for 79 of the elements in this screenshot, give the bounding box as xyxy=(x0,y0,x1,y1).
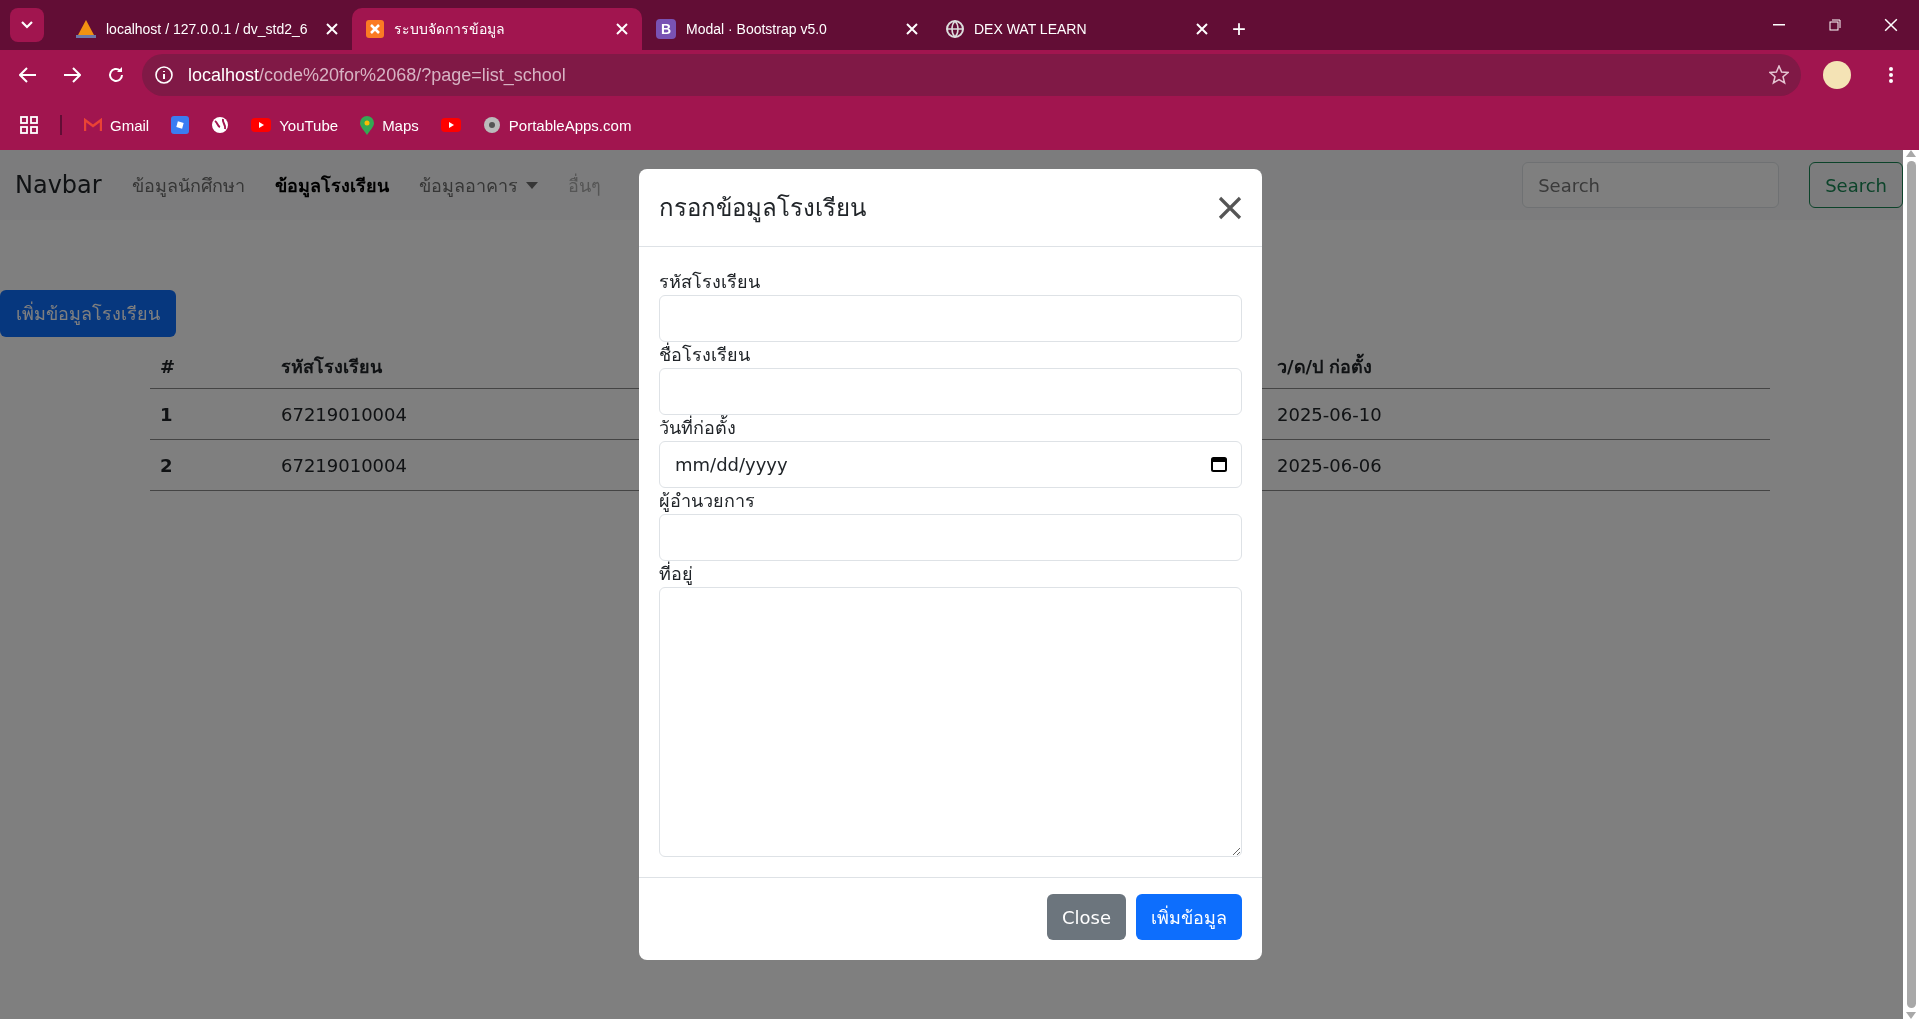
calendar-icon[interactable] xyxy=(1211,456,1227,472)
submit-button[interactable]: เพิ่มข้อมูล xyxy=(1136,894,1242,940)
browser-tab[interactable]: B Modal · Bootstrap v5.0 xyxy=(642,8,932,50)
tab-title: Modal · Bootstrap v5.0 xyxy=(686,21,828,37)
field-label: ชื่อโรงเรียน xyxy=(659,342,751,367)
caret-icon xyxy=(525,181,538,189)
close-icon xyxy=(616,23,628,35)
browser-tab[interactable]: DEX WAT LEARN xyxy=(932,8,1222,50)
close-button[interactable]: Close xyxy=(1046,894,1126,940)
column-header: ว/ด/ป ก่อตั้ง xyxy=(1277,352,1373,381)
tab-close-button[interactable] xyxy=(326,23,338,35)
profile-avatar[interactable] xyxy=(1823,61,1851,89)
info-icon xyxy=(154,65,174,85)
apps-grid-icon[interactable] xyxy=(20,116,38,134)
input-field[interactable] xyxy=(659,295,1242,342)
field-label: ผู้อำนวยการ xyxy=(659,489,756,514)
mail-icon xyxy=(84,118,102,132)
url-text: localhost/code%20for%2068/?page=list_school xyxy=(188,64,567,86)
tab-list-button[interactable] xyxy=(10,8,44,42)
address-bar[interactable]: localhost/code%20for%2068/?page=list_school xyxy=(142,54,1801,96)
close-icon xyxy=(1218,195,1242,220)
navbar-brand[interactable]: Navbar xyxy=(15,171,102,199)
field-label: รหัสโรงเรียน xyxy=(659,270,761,294)
close-icon xyxy=(326,23,338,35)
tab-close-button[interactable] xyxy=(616,23,628,35)
tab-title: ระบบจัดการข้อมูล xyxy=(394,20,506,40)
column-header: รหัสโรงเรียน xyxy=(281,355,382,379)
sailboat-icon xyxy=(76,20,96,38)
square-app-icon xyxy=(171,116,190,134)
search-field[interactable]: Search xyxy=(1522,162,1780,208)
bookmark-icon-link[interactable] xyxy=(211,116,230,134)
table-cell: 2025-06-10 xyxy=(1277,403,1382,425)
reload-icon xyxy=(107,66,125,84)
browser-tab[interactable]: ระบบจัดการข้อมูล xyxy=(352,8,642,50)
bookmark-link[interactable]: YouTube xyxy=(251,116,339,134)
tab-favicon: B xyxy=(656,19,676,39)
close-icon xyxy=(1196,23,1208,35)
logo-icon xyxy=(366,20,384,38)
tab-title: DEX WAT LEARN xyxy=(974,21,1088,37)
tab-title: localhost / 127.0.0.1 / dv_std2_6 xyxy=(106,21,309,37)
tab-close-button[interactable] xyxy=(1196,23,1208,35)
nav-link[interactable]: ข้อมูลโรงเรียน xyxy=(274,170,389,200)
modal-close-button[interactable] xyxy=(1218,195,1242,220)
disc-icon xyxy=(482,116,501,134)
chevron-down-icon xyxy=(21,21,33,29)
textarea-field[interactable] xyxy=(659,587,1242,857)
bookmark-icon-link[interactable] xyxy=(171,116,190,134)
table-cell: 67219010004 xyxy=(281,403,407,425)
close-icon xyxy=(1884,18,1898,32)
bookmark-icon-link[interactable] xyxy=(440,118,461,132)
star-icon[interactable] xyxy=(1769,65,1789,85)
bookmark-link[interactable]: PortableApps.com xyxy=(482,116,632,134)
field-label: ที่อยู่ xyxy=(659,561,694,587)
date-field[interactable]: mm/dd/yyyy xyxy=(659,441,1242,488)
minimize-icon xyxy=(1773,24,1785,26)
table-cell: 2025-06-06 xyxy=(1277,454,1382,476)
table-cell: 67219010004 xyxy=(281,454,407,476)
table-cell: 2 xyxy=(160,454,173,476)
globe-icon xyxy=(946,20,964,38)
table-cell: 1 xyxy=(160,403,173,425)
bookmark-link[interactable]: Maps xyxy=(360,115,419,135)
browser-tab[interactable]: localhost / 127.0.0.1 / dv_std2_6 xyxy=(62,8,352,50)
play-icon xyxy=(440,118,461,132)
map-pin-icon xyxy=(360,115,375,135)
back-arrow-icon xyxy=(19,67,37,83)
input-field[interactable] xyxy=(659,514,1242,561)
forward-arrow-icon xyxy=(63,67,81,83)
column-header: # xyxy=(160,356,176,377)
field-label: วันที่ก่อตั้ง xyxy=(659,415,737,440)
play-icon xyxy=(251,118,272,132)
close-icon xyxy=(906,23,918,35)
bookmark-link[interactable]: Gmail xyxy=(84,116,150,134)
input-field[interactable] xyxy=(659,368,1242,415)
restore-icon xyxy=(1829,19,1841,31)
new-tab-button[interactable]: + xyxy=(1222,8,1256,50)
globe-icon xyxy=(211,116,230,134)
tab-close-button[interactable] xyxy=(906,23,918,35)
menu-icon xyxy=(1889,67,1893,83)
modal-title: กรอกข้อมูลโรงเรียน xyxy=(659,193,866,225)
